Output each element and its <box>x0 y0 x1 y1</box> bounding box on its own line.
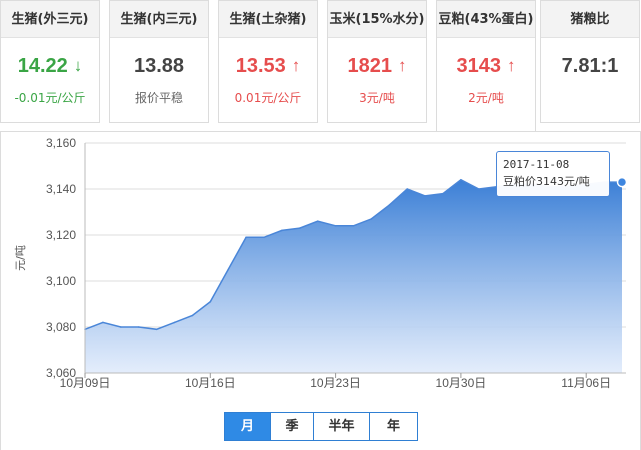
data-point <box>406 188 409 190</box>
data-point <box>316 220 319 222</box>
data-point <box>245 236 247 239</box>
data-point <box>263 236 265 239</box>
y-tick-label: 3,160 <box>46 136 76 150</box>
data-point <box>370 218 373 220</box>
tooltip-value: 豆粕价3143元/吨 <box>503 175 590 188</box>
data-point <box>120 326 122 328</box>
data-point <box>102 321 104 324</box>
data-point <box>191 314 194 317</box>
data-point <box>173 321 176 324</box>
y-axis-title: 元/吨 <box>14 245 27 271</box>
data-point <box>227 268 229 271</box>
data-point <box>442 192 444 195</box>
data-point <box>299 227 301 229</box>
data-point <box>460 179 462 181</box>
data-point <box>424 195 426 197</box>
data-point <box>616 176 628 188</box>
x-tick-label: 11月06日 <box>561 376 611 390</box>
y-tick-label: 3,080 <box>46 320 76 334</box>
period-button[interactable]: 年 <box>369 413 417 440</box>
x-tick-label: 10月30日 <box>436 376 487 390</box>
data-point <box>334 225 337 227</box>
data-point <box>209 300 212 303</box>
data-point <box>388 204 391 206</box>
data-point <box>281 229 283 232</box>
x-tick-label: 10月16日 <box>185 376 236 390</box>
period-button[interactable]: 季 <box>270 413 313 440</box>
data-point <box>478 188 480 190</box>
period-button[interactable]: 月 <box>225 413 270 440</box>
data-point <box>155 328 158 331</box>
x-tick-label: 10月09日 <box>60 376 111 390</box>
x-tick-label: 10月23日 <box>310 376 361 390</box>
tooltip-date: 2017-11-08 <box>503 158 570 171</box>
chart-tooltip: 2017-11-08 豆粕价3143元/吨 <box>496 151 610 197</box>
area-fill <box>85 179 622 373</box>
y-tick-label: 3,140 <box>46 182 76 196</box>
y-tick-label: 3,100 <box>46 274 76 288</box>
period-button[interactable]: 半年 <box>313 413 369 440</box>
price-chart: 3,0603,0803,1003,1203,1403,160 10月09日 10月… <box>14 136 628 390</box>
period-selector: 月季半年年 <box>224 412 418 441</box>
y-tick-label: 3,120 <box>46 228 76 242</box>
data-point <box>352 225 355 227</box>
data-point <box>137 326 140 328</box>
